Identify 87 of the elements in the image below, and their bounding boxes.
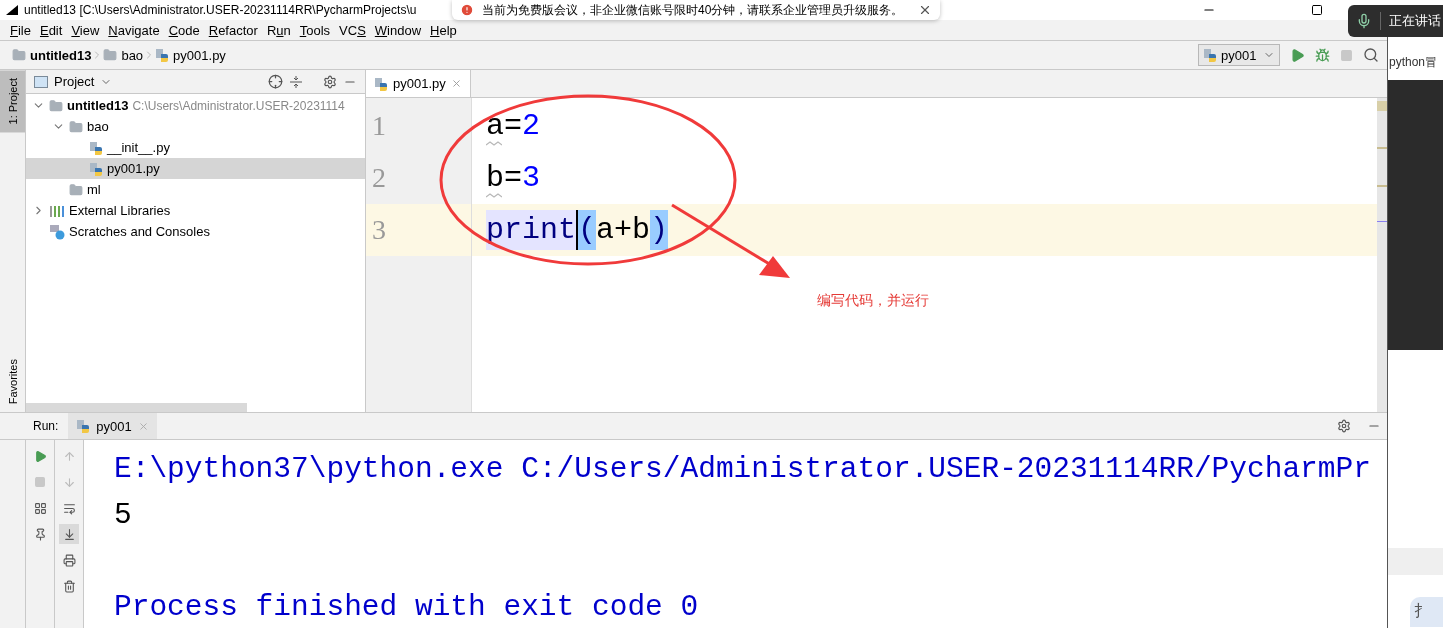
- voice-status: 正在讲话: [1380, 12, 1441, 30]
- project-path: C:\Users\Administrator.USER-20231114: [132, 98, 345, 113]
- folder-icon: [12, 48, 26, 62]
- run-tab[interactable]: py001: [68, 413, 157, 439]
- alert-icon: [460, 3, 474, 17]
- window-title: untitled13 [C:\Users\Administrator.USER-20231114RR\PycharmProjects\u: [24, 3, 417, 17]
- settings-icon[interactable]: [323, 74, 337, 89]
- menu-item[interactable]: VCS: [339, 22, 366, 38]
- menu-item[interactable]: Tools: [299, 22, 331, 38]
- tree-item-label: External Libraries: [69, 203, 171, 218]
- scratches-icon: [49, 223, 65, 240]
- tree-item-label: Scratches and Consoles: [69, 224, 210, 239]
- warning-squiggle: [486, 193, 502, 198]
- tree-item[interactable]: Scratches and Consoles: [26, 221, 365, 242]
- soft-wrap-icon[interactable]: [62, 501, 76, 515]
- notification-message: 当前为免费版会议，非企业微信账号限时40分钟，请联系企业管理员升级服务。: [482, 1, 905, 19]
- layout-icon[interactable]: [33, 501, 47, 515]
- tree-item[interactable]: untitled13 C:\Users\Administrator.USER-20231114: [26, 95, 365, 116]
- folder-icon: [69, 182, 83, 197]
- library-icon: [49, 203, 65, 218]
- line-number: 1: [371, 109, 387, 143]
- python-file-icon: [89, 161, 103, 176]
- menu-item[interactable]: Window: [374, 22, 422, 38]
- tree-item-label: py001.py: [107, 161, 160, 176]
- scrollbar[interactable]: [26, 403, 247, 412]
- python-file-icon: [155, 48, 170, 62]
- rerun-icon[interactable]: [33, 449, 47, 463]
- side-bar: [1388, 548, 1443, 575]
- tree-item[interactable]: __init__.py: [26, 137, 365, 158]
- warning-squiggle: [486, 141, 502, 146]
- tree-item-label: ml: [87, 182, 101, 197]
- tree-item[interactable]: External Libraries: [26, 200, 365, 221]
- side-window-title: python冒: [1388, 53, 1438, 71]
- down-arrow-icon[interactable]: [62, 475, 76, 489]
- pin-icon[interactable]: [33, 527, 47, 541]
- folder-icon: [69, 119, 83, 134]
- side-button[interactable]: 扌: [1410, 597, 1443, 627]
- run-icon[interactable]: [1290, 47, 1305, 63]
- panel-title[interactable]: Project: [54, 74, 95, 89]
- python-file-icon: [1203, 48, 1217, 62]
- breadcrumb[interactable]: bao: [103, 47, 144, 63]
- menu-item[interactable]: Refactor: [208, 22, 258, 38]
- folder-icon: [103, 48, 118, 62]
- annotation-note: 编写代码，并运行: [817, 292, 929, 310]
- run-config-dropdown[interactable]: py001: [1198, 44, 1280, 66]
- editor-tab[interactable]: py001.py: [366, 70, 471, 97]
- trash-icon[interactable]: [62, 579, 76, 593]
- tree-item-label: untitled13: [67, 98, 129, 113]
- window-icon: [34, 75, 48, 88]
- settings-icon[interactable]: [1337, 419, 1351, 433]
- menu-item[interactable]: Edit: [39, 22, 63, 38]
- line-number: 2: [371, 161, 387, 195]
- menu-item[interactable]: Run: [266, 22, 291, 38]
- locate-icon[interactable]: [268, 74, 283, 89]
- favorites-tool-tab[interactable]: Favorites: [0, 350, 25, 412]
- console-line: E:\python37\python.exe C:/Users/Administrator.USER-20231114RR/PycharmPr: [114, 451, 1372, 488]
- microphone-icon: [1356, 13, 1372, 29]
- maximize-icon[interactable]: [1311, 4, 1323, 16]
- debug-icon[interactable]: [1315, 47, 1330, 63]
- tree-item[interactable]: bao: [26, 116, 365, 137]
- tree-item[interactable]: ml: [26, 179, 365, 200]
- console-line: Process finished with exit code 0: [114, 589, 700, 626]
- python-file-icon: [76, 419, 91, 433]
- collapse-all-icon[interactable]: [289, 74, 303, 89]
- print-icon[interactable]: [62, 553, 76, 567]
- breadcrumb[interactable]: untitled13: [12, 47, 92, 63]
- breadcrumb[interactable]: py001.py: [155, 47, 226, 63]
- line-number: 3: [366, 204, 471, 256]
- scroll-to-end-icon[interactable]: [62, 527, 76, 541]
- search-icon[interactable]: [1363, 47, 1379, 63]
- tree-item-label: bao: [87, 119, 109, 134]
- tree-item[interactable]: py001.py: [26, 158, 365, 179]
- menu-item[interactable]: File: [10, 22, 31, 38]
- folder-icon: [49, 98, 63, 113]
- app-icon: [6, 5, 18, 15]
- menu-item[interactable]: Code: [168, 22, 200, 38]
- run-label: Run:: [33, 419, 59, 433]
- console-line: 5: [114, 497, 133, 534]
- menu-item[interactable]: Help: [430, 22, 457, 38]
- python-file-icon: [89, 140, 103, 155]
- tree-item-label: __init__.py: [107, 140, 170, 155]
- python-file-icon: [374, 76, 388, 91]
- menu-item[interactable]: Navigate: [108, 22, 160, 38]
- project-tool-tab[interactable]: 1: Project: [0, 70, 25, 133]
- close-icon[interactable]: [918, 3, 932, 17]
- menu-item[interactable]: View: [71, 22, 100, 38]
- up-arrow-icon[interactable]: [62, 449, 76, 463]
